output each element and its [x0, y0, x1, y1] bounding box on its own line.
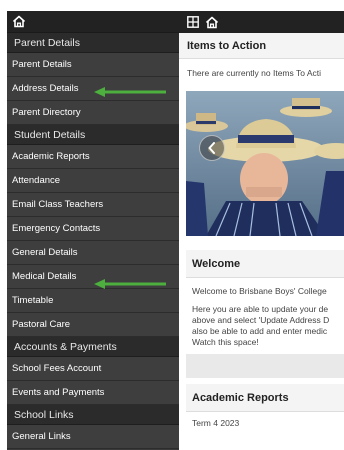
sidebar-item-general-details[interactable]: General Details — [7, 241, 179, 265]
carousel-photo — [186, 91, 344, 236]
academic-reports-title: Academic Reports — [186, 384, 344, 412]
section-school-links: School Links — [7, 405, 179, 425]
sidebar-item-school-fees-account[interactable]: School Fees Account — [7, 357, 179, 381]
welcome-title: Welcome — [186, 250, 344, 278]
welcome-panel: Welcome Welcome to Brisbane Boys' Colleg… — [186, 236, 344, 434]
section-parent-details: Parent Details — [7, 33, 179, 53]
top-bar — [179, 11, 344, 33]
sidebar: Parent Details Parent Details Address Deta… — [7, 11, 179, 450]
grid-icon[interactable] — [187, 16, 199, 28]
sidebar-item-pastoral-care[interactable]: Pastoral Care — [7, 313, 179, 337]
sidebar-item-parent-details[interactable]: Parent Details — [7, 53, 179, 77]
welcome-body-line: also be able to add and enter medic — [192, 326, 328, 336]
sidebar-item-events-and-payments[interactable]: Events and Payments — [7, 381, 179, 405]
sidebar-item-timetable[interactable]: Timetable — [7, 289, 179, 313]
section-accounts-payments: Accounts & Payments — [7, 337, 179, 357]
arrow-annotation-address — [94, 87, 166, 97]
carousel-image — [186, 91, 344, 236]
home-icon[interactable] — [205, 16, 219, 29]
welcome-body-line: above and select 'Update Address D — [192, 315, 330, 325]
section-student-details: Student Details — [7, 125, 179, 145]
divider-strip — [186, 354, 344, 378]
items-to-action-text: There are currently no Items To Acti — [187, 68, 322, 78]
arrow-annotation-medical — [94, 279, 166, 289]
academic-reports-term[interactable]: Term 4 2023 — [186, 412, 344, 434]
welcome-body: Here you are able to update your de above… — [186, 304, 344, 348]
sidebar-item-attendance[interactable]: Attendance — [7, 169, 179, 193]
chevron-left-icon — [207, 142, 217, 154]
sidebar-item-email-class-teachers[interactable]: Email Class Teachers — [7, 193, 179, 217]
sidebar-header — [7, 11, 179, 33]
items-to-action-title: Items to Action — [179, 33, 344, 59]
sidebar-item-general-links[interactable]: General Links — [7, 425, 179, 449]
sidebar-item-emergency-contacts[interactable]: Emergency Contacts — [7, 217, 179, 241]
welcome-body-line: Watch this space! — [192, 337, 259, 347]
welcome-body-line: Here you are able to update your de — [192, 304, 329, 314]
sidebar-item-academic-reports[interactable]: Academic Reports — [7, 145, 179, 169]
carousel-prev-button[interactable] — [199, 135, 225, 161]
welcome-intro: Welcome to Brisbane Boys' College — [192, 286, 327, 296]
home-icon[interactable] — [12, 15, 26, 28]
sidebar-item-parent-directory[interactable]: Parent Directory — [7, 101, 179, 125]
